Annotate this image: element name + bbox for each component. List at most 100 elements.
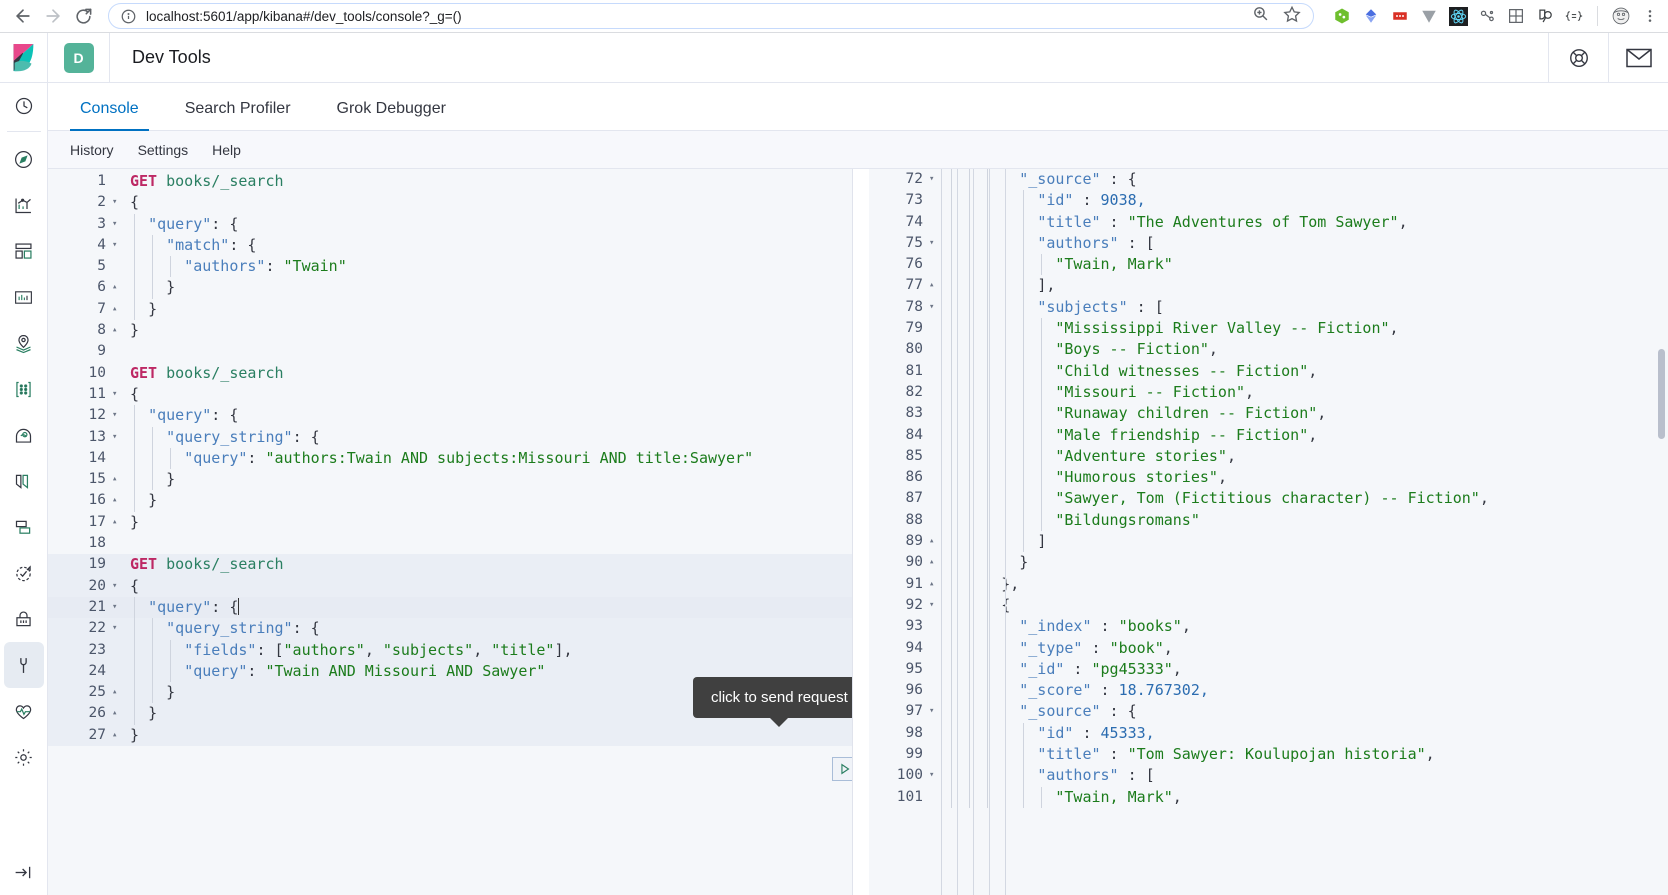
settings-button[interactable]: Settings: [138, 142, 189, 158]
line-number: 20: [88, 577, 106, 594]
fold-toggle-icon[interactable]: ▾: [110, 235, 124, 256]
line-number: 97: [905, 703, 923, 720]
line-number: 12: [88, 407, 106, 424]
fold-toggle-icon[interactable]: ▴: [110, 512, 124, 533]
sidebar-item-visualize[interactable]: [0, 182, 48, 228]
kibana-logo-icon[interactable]: [0, 32, 48, 83]
magnifier-person-icon[interactable]: [1535, 6, 1555, 26]
sidebar-item-logs[interactable]: [0, 458, 48, 504]
sidebar-item-discover[interactable]: [0, 136, 48, 182]
fold-toggle-icon[interactable]: ▾: [927, 169, 941, 190]
sidebar-item-monitoring[interactable]: [0, 688, 48, 734]
line-number: 7: [97, 300, 106, 317]
lifebuoy-icon[interactable]: [1548, 32, 1608, 83]
grid-table-icon[interactable]: [1506, 6, 1526, 26]
browser-forward-button[interactable]: [38, 1, 68, 31]
fold-toggle-icon[interactable]: ▾: [110, 214, 124, 235]
code-line: 27 ▴}: [48, 724, 852, 747]
collapse-arrow-icon[interactable]: [0, 849, 48, 895]
request-editor[interactable]: 1 GET books/_search 2 ▾{3 ▾ "query": {4 ▾ "ma…: [48, 169, 853, 895]
fold-toggle-icon[interactable]: ▾: [110, 576, 124, 597]
tab-grok-debugger[interactable]: Grok Debugger: [327, 100, 456, 130]
history-button[interactable]: History: [70, 142, 114, 158]
sidebar-item-apm[interactable]: [0, 504, 48, 550]
fold-toggle-icon[interactable]: ▾: [927, 595, 941, 616]
fold-toggle-icon[interactable]: ▾: [110, 597, 124, 618]
code-text: }: [130, 725, 140, 744]
zoom-in-icon[interactable]: [1252, 5, 1269, 27]
fold-toggle-icon[interactable]: ▴: [110, 277, 124, 298]
code-text: "query_string": {: [124, 618, 852, 640]
fold-toggle-icon[interactable]: ▾: [110, 427, 124, 448]
indent-rule: [1005, 169, 1006, 895]
code-text: }: [941, 552, 1668, 574]
avatar-icon[interactable]: [1611, 6, 1631, 26]
fold-toggle-icon[interactable]: ▴: [927, 574, 941, 595]
line-number: 9: [97, 343, 106, 360]
sidebar-item-dashboard[interactable]: [0, 228, 48, 274]
fold-toggle-icon[interactable]: ▾: [927, 233, 941, 254]
sidebar-item-recently-viewed[interactable]: [0, 83, 48, 129]
fold-toggle-icon[interactable]: ▴: [927, 552, 941, 573]
sidebar-item-machine-learning[interactable]: [0, 366, 48, 412]
fold-toggle-icon[interactable]: ▴: [110, 490, 124, 511]
help-button[interactable]: Help: [212, 142, 241, 158]
site-info-icon[interactable]: [121, 9, 136, 24]
send-request-button[interactable]: [832, 757, 852, 781]
red-dots-icon[interactable]: [1390, 6, 1410, 26]
kebab-menu-icon[interactable]: [1640, 6, 1660, 26]
fold-toggle-icon[interactable]: ▾: [927, 701, 941, 722]
response-output[interactable]: 72 ▾ "_source" : {73 "id" : 9038, 74 "titl…: [869, 169, 1668, 895]
fold-toggle-icon[interactable]: ▴: [110, 682, 124, 703]
browser-back-button[interactable]: [8, 1, 38, 31]
line-number: 74: [905, 213, 923, 230]
fold-toggle-icon[interactable]: ▾: [110, 192, 124, 213]
response-scrollbar-thumb[interactable]: [1658, 349, 1665, 439]
pane-resizer[interactable]: [853, 169, 869, 895]
code-line: 15 ▴ }: [48, 469, 852, 491]
code-text: "fields": ["authors", "subjects", "title…: [124, 639, 852, 661]
code-text: {: [130, 193, 140, 212]
diamond-blue-icon[interactable]: [1361, 6, 1381, 26]
bookmark-star-icon[interactable]: [1283, 5, 1301, 28]
line-number: 86: [905, 469, 923, 486]
sidebar-item-infrastructure[interactable]: [0, 412, 48, 458]
v-grey-icon[interactable]: [1419, 6, 1439, 26]
fold-toggle-icon[interactable]: ▾: [110, 405, 124, 426]
fold-toggle-icon[interactable]: ▴: [110, 703, 124, 724]
fold-toggle-icon[interactable]: ▴: [110, 469, 124, 490]
envelope-icon[interactable]: [1608, 32, 1668, 83]
sidebar-item-uptime[interactable]: [0, 550, 48, 596]
code-text: "_source" : {: [941, 169, 1668, 191]
tab-console[interactable]: Console: [70, 100, 149, 131]
sidebar-item-maps[interactable]: [0, 320, 48, 366]
fold-toggle-icon[interactable]: ▾: [927, 765, 941, 786]
fold-toggle-icon[interactable]: ▴: [927, 275, 941, 296]
code-line: 11 ▾ {: [48, 384, 852, 405]
tab-search-profiler[interactable]: Search Profiler: [175, 100, 301, 130]
graph-nodes-icon[interactable]: [1477, 6, 1497, 26]
puzzle-green-icon[interactable]: [1332, 6, 1352, 26]
code-text: "_score" : 18.767302,: [941, 680, 1668, 702]
fold-toggle-icon[interactable]: ▴: [110, 320, 124, 341]
sidebar-item-dev-tools[interactable]: [3, 642, 44, 688]
fold-toggle-icon[interactable]: ▾: [110, 384, 124, 405]
fold-toggle-icon[interactable]: ▴: [927, 531, 941, 552]
sidebar-item-management[interactable]: [0, 734, 48, 780]
request-editor-lines[interactable]: 1 GET books/_search 2 ▾{3 ▾ "query": {4 ▾ "ma…: [48, 169, 852, 747]
browser-reload-button[interactable]: [68, 1, 98, 31]
fold-toggle-icon[interactable]: ▴: [110, 725, 124, 746]
browser-toolbar: localhost:5601/app/kibana#/dev_tools/con…: [0, 0, 1668, 33]
line-number: 15: [88, 471, 106, 488]
sidebar-item-siem[interactable]: [0, 596, 48, 642]
fold-toggle-icon[interactable]: ▴: [110, 299, 124, 320]
braces-icon[interactable]: [1564, 6, 1584, 26]
code-text: "authors": "Twain": [124, 256, 852, 278]
react-atom-icon[interactable]: [1448, 6, 1468, 26]
fold-toggle-icon[interactable]: ▾: [927, 297, 941, 318]
code-text: "Mississippi River Valley -- Fiction",: [941, 318, 1668, 340]
fold-toggle-icon[interactable]: ▾: [110, 618, 124, 639]
sidebar-item-canvas[interactable]: [0, 274, 48, 320]
address-bar[interactable]: localhost:5601/app/kibana#/dev_tools/con…: [108, 3, 1314, 29]
line-number: 23: [88, 641, 106, 658]
